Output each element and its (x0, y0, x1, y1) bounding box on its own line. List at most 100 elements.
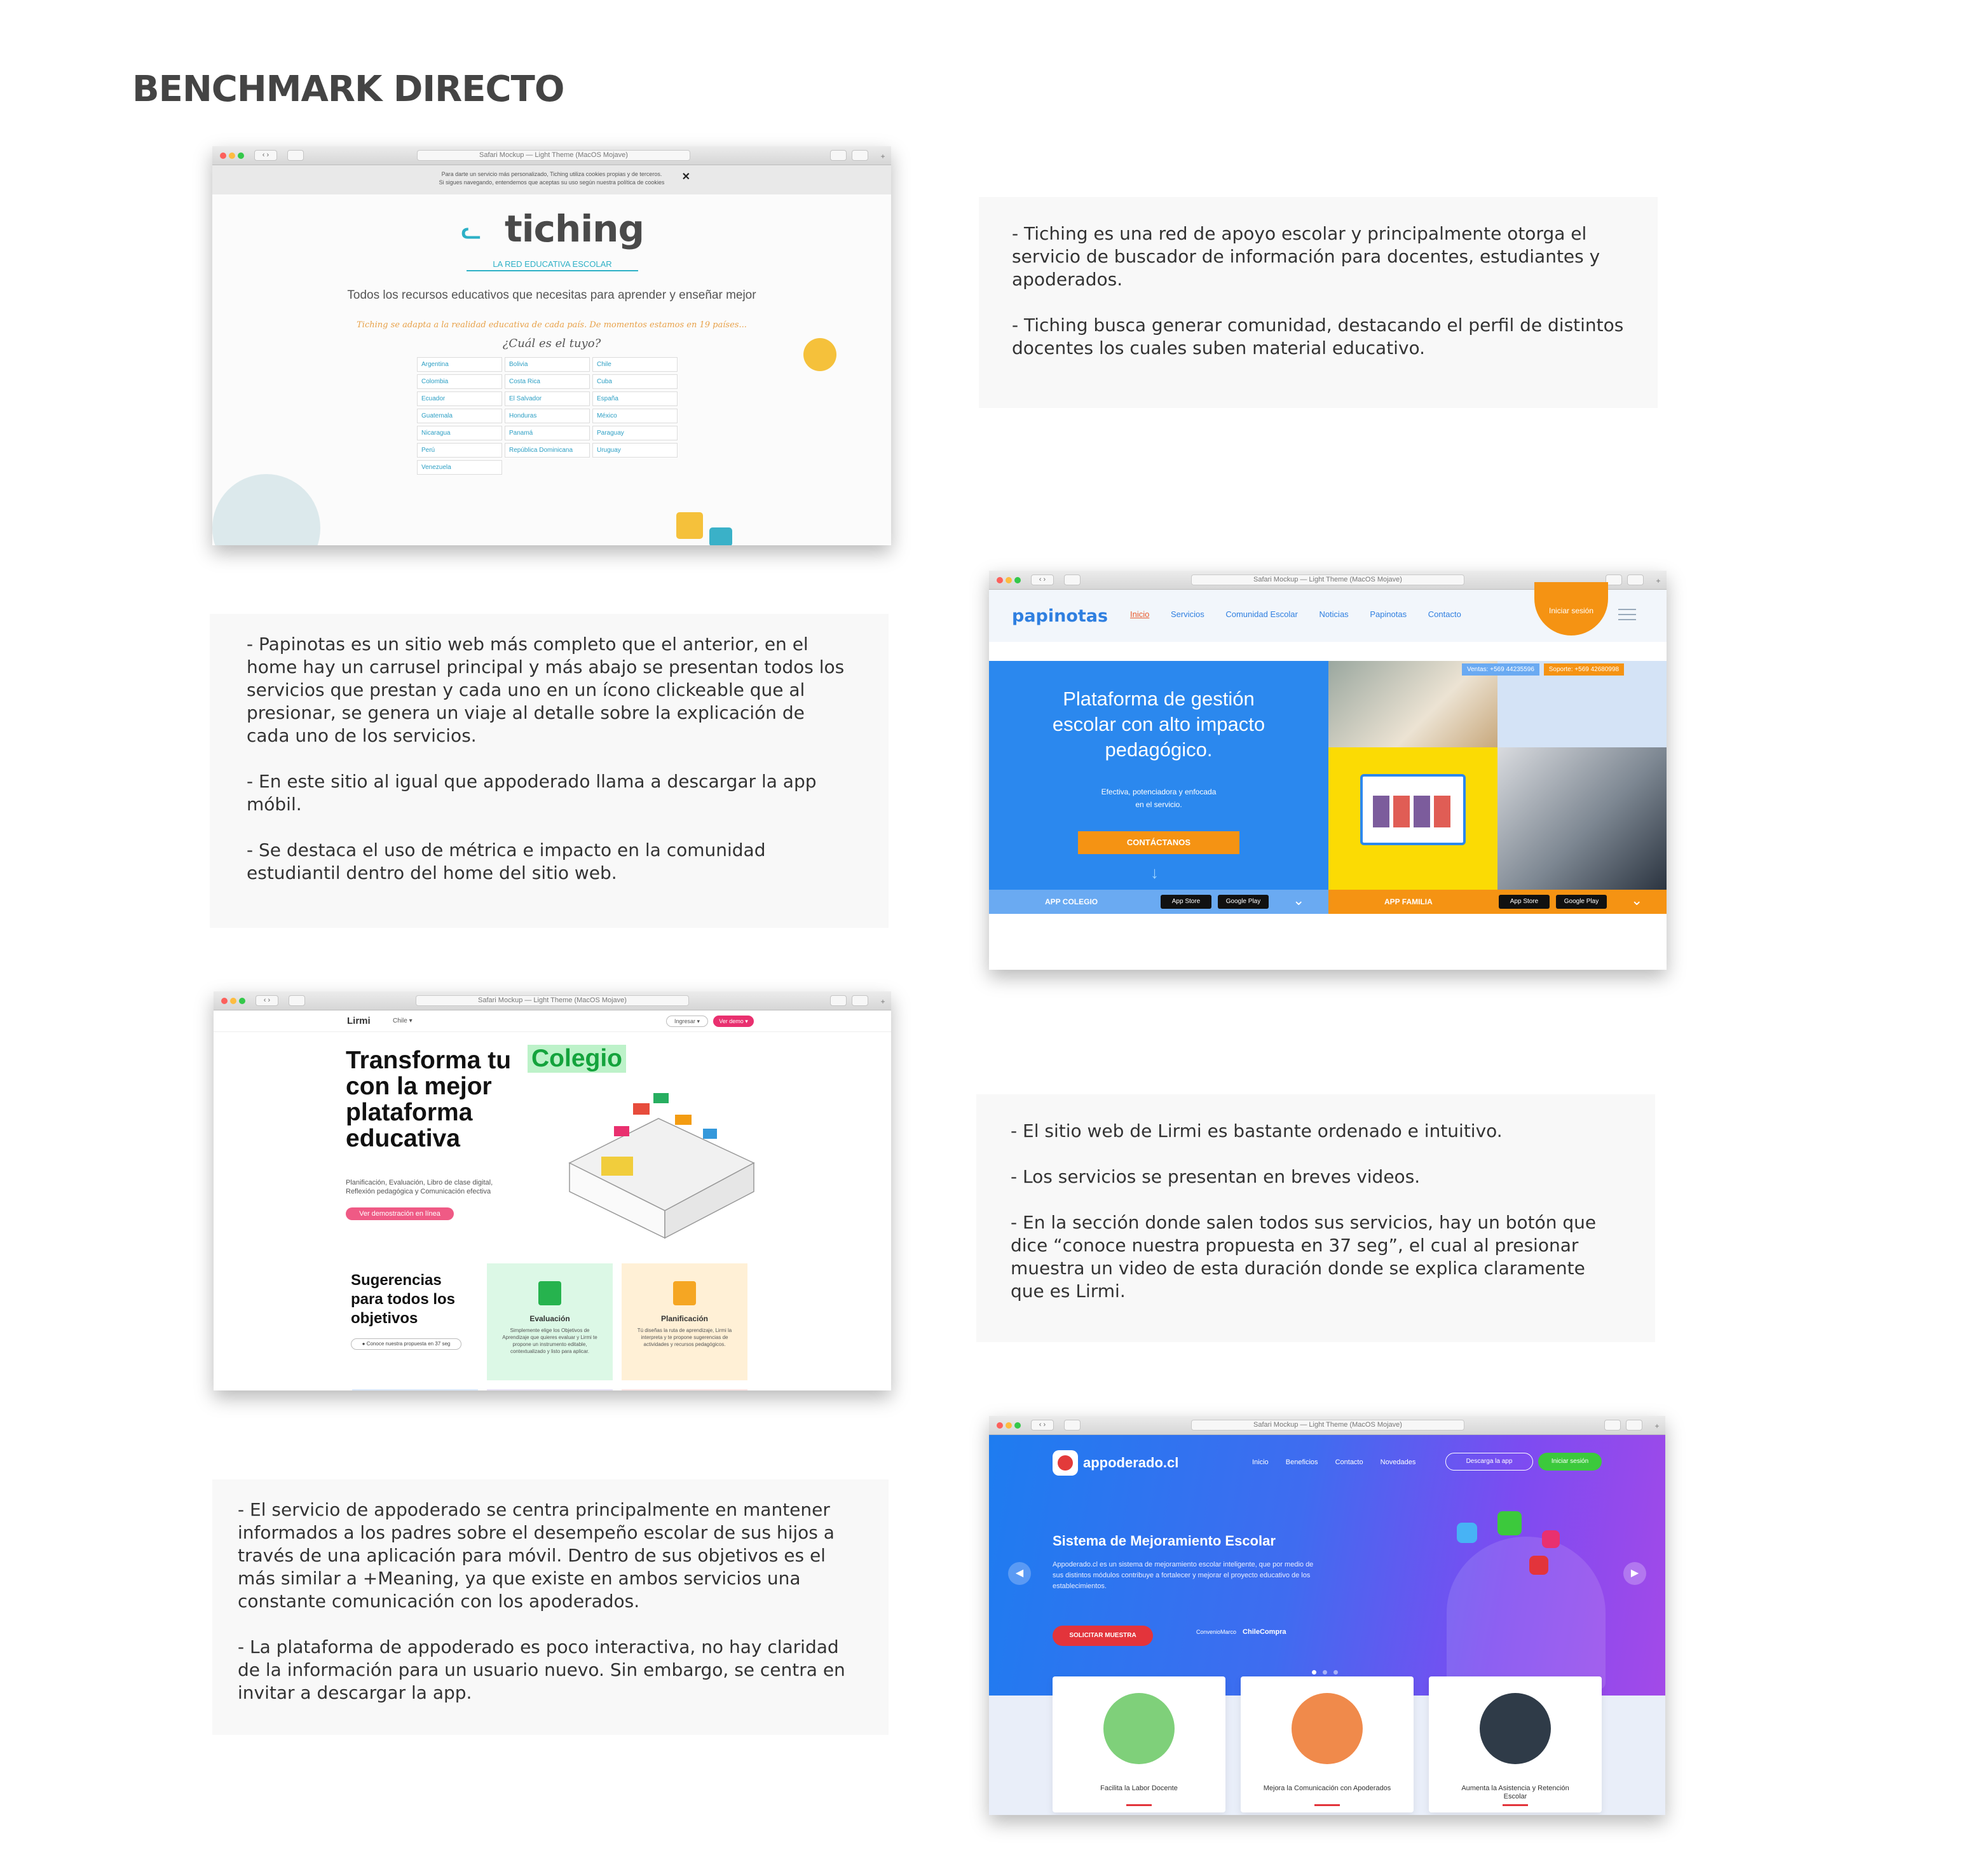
sales-phone[interactable]: Ventas: +569 44235596 (1462, 663, 1539, 676)
country-link[interactable]: Chile (592, 357, 678, 372)
nav-contacto[interactable]: Contacto (1335, 1458, 1363, 1466)
maximize-dot-icon[interactable] (1014, 1422, 1021, 1429)
lirmi-logo[interactable]: Lirmi (347, 1016, 371, 1026)
country-link[interactable]: Panamá (505, 426, 590, 440)
new-tab-icon[interactable]: + (1653, 1422, 1661, 1431)
url-bar[interactable]: Safari Mockup — Light Theme (MacOS Mojav… (416, 995, 689, 1006)
nav-noticias[interactable]: Noticias (1319, 609, 1348, 619)
contact-button[interactable]: CONTÁCTANOS (1078, 831, 1239, 854)
share-icon[interactable] (1604, 1420, 1621, 1431)
country-link[interactable]: El Salvador (505, 391, 590, 406)
minimize-dot-icon[interactable] (229, 153, 235, 159)
country-link[interactable]: Perú (417, 443, 502, 458)
back-forward-buttons[interactable]: ‹ › (254, 150, 277, 161)
share-icon[interactable] (830, 995, 847, 1006)
benefit-card-3[interactable]: Aumenta la Asistencia y Retención Escola… (1429, 1676, 1602, 1812)
new-tab-icon[interactable]: + (878, 153, 887, 161)
close-dot-icon[interactable] (997, 1422, 1003, 1429)
nav-papinotas[interactable]: Papinotas (1370, 609, 1407, 619)
appoderado-logo[interactable]: appoderado.cl (1053, 1450, 1178, 1476)
close-dot-icon[interactable] (221, 998, 228, 1004)
country-link[interactable]: Colombia (417, 374, 502, 389)
download-app-button[interactable]: Descarga la app (1445, 1453, 1533, 1471)
benefit-card-2[interactable]: Mejora la Comunicación con Apoderados (1241, 1676, 1414, 1812)
nav-beneficios[interactable]: Beneficios (1286, 1458, 1318, 1466)
country-link[interactable]: Paraguay (592, 426, 678, 440)
evaluacion-card[interactable]: Evaluación Simplemente elige los Objetiv… (487, 1263, 613, 1380)
maximize-dot-icon[interactable] (1014, 577, 1021, 583)
minimize-dot-icon[interactable] (1006, 1422, 1012, 1429)
country-link[interactable]: República Dominicana (505, 443, 590, 458)
country-link[interactable]: Bolivia (505, 357, 590, 372)
ingresar-button[interactable]: Ingresar ▾ (666, 1016, 708, 1027)
tiching-logo[interactable]: tiching (505, 207, 644, 250)
chevron-down-icon[interactable]: ⌄ (1631, 892, 1642, 909)
nav-inicio[interactable]: Inicio (1130, 609, 1149, 619)
hamburger-menu-icon[interactable] (1618, 609, 1636, 620)
back-forward-buttons[interactable]: ‹ › (1031, 574, 1054, 585)
googleplay-badge[interactable]: Google Play (1556, 895, 1607, 909)
url-bar[interactable]: Safari Mockup — Light Theme (MacOS Mojav… (1191, 574, 1464, 585)
country-link[interactable]: Nicaragua (417, 426, 502, 440)
cookie-close-icon[interactable]: ✕ (682, 172, 690, 182)
minimize-dot-icon[interactable] (230, 998, 236, 1004)
login-button[interactable]: Iniciar sesión (1538, 1453, 1602, 1471)
country-link[interactable]: Honduras (505, 409, 590, 423)
tabs-icon[interactable] (1626, 1420, 1642, 1431)
new-tab-icon[interactable]: + (878, 998, 887, 1007)
maximize-dot-icon[interactable] (238, 153, 244, 159)
country-link[interactable]: Guatemala (417, 409, 502, 423)
carousel-next-icon[interactable]: ▶ (1623, 1562, 1646, 1585)
attendance-circle-icon (1480, 1693, 1551, 1764)
arrow-down-icon[interactable]: ↓ (1150, 863, 1167, 882)
video-37s-button[interactable]: ● Conoce nuestra propuesta en 37 seg (351, 1338, 461, 1350)
ver-demo-button[interactable]: Ver demo ▾ (713, 1016, 754, 1027)
appoderado-headline: Sistema de Mejoramiento Escolar (1053, 1533, 1276, 1549)
chevron-down-icon[interactable]: ⌄ (1293, 892, 1304, 909)
appstore-badge[interactable]: App Store (1161, 895, 1211, 909)
country-selector[interactable]: Chile ▾ (393, 1017, 413, 1024)
close-dot-icon[interactable] (997, 577, 1003, 583)
url-bar[interactable]: Safari Mockup — Light Theme (MacOS Mojav… (417, 150, 690, 161)
new-tab-icon[interactable]: + (1654, 577, 1663, 586)
nav-servicios[interactable]: Servicios (1171, 609, 1204, 619)
nav-contacto[interactable]: Contacto (1428, 609, 1461, 619)
login-button[interactable]: Iniciar sesión (1534, 582, 1608, 636)
close-dot-icon[interactable] (220, 153, 226, 159)
carousel-prev-icon[interactable]: ◀ (1008, 1562, 1031, 1585)
country-link[interactable]: Uruguay (592, 443, 678, 458)
back-forward-buttons[interactable]: ‹ › (1031, 1420, 1054, 1431)
country-link[interactable]: Ecuador (417, 391, 502, 406)
sidebar-toggle-icon[interactable] (1064, 1420, 1081, 1431)
nav-inicio[interactable]: Inicio (1252, 1458, 1269, 1466)
country-link[interactable]: México (592, 409, 678, 423)
back-forward-buttons[interactable]: ‹ › (256, 995, 278, 1006)
url-bar[interactable]: Safari Mockup — Light Theme (MacOS Mojav… (1191, 1420, 1464, 1431)
country-link[interactable]: Costa Rica (505, 374, 590, 389)
nav-novedades[interactable]: Novedades (1381, 1458, 1416, 1466)
papinotas-logo[interactable]: papinotas (1012, 606, 1108, 626)
sidebar-toggle-icon[interactable] (1064, 574, 1081, 585)
sidebar-toggle-icon[interactable] (287, 150, 304, 161)
share-icon[interactable] (830, 150, 847, 161)
app-familia-label: APP FAMILIA (1384, 897, 1433, 906)
country-link[interactable]: Venezuela (417, 460, 502, 475)
country-link[interactable]: Cuba (592, 374, 678, 389)
tabs-icon[interactable] (852, 150, 868, 161)
tabs-icon[interactable] (852, 995, 868, 1006)
request-sample-button[interactable]: SOLICITAR MUESTRA (1053, 1626, 1153, 1646)
maximize-dot-icon[interactable] (239, 998, 245, 1004)
googleplay-badge[interactable]: Google Play (1218, 895, 1269, 909)
lirmi-point-2: - Los servicios se presentan en breves v… (1011, 1166, 1421, 1187)
benefit-card-1[interactable]: Facilita la Labor Docente (1053, 1676, 1225, 1812)
nav-comunidad[interactable]: Comunidad Escolar (1225, 609, 1297, 619)
sidebar-toggle-icon[interactable] (289, 995, 305, 1006)
minimize-dot-icon[interactable] (1006, 577, 1012, 583)
appstore-badge[interactable]: App Store (1499, 895, 1550, 909)
support-phone[interactable]: Soporte: +569 42680998 (1543, 663, 1625, 676)
demo-online-button[interactable]: Ver demostración en línea (346, 1207, 454, 1220)
country-link[interactable]: España (592, 391, 678, 406)
country-link[interactable]: Argentina (417, 357, 502, 372)
tabs-icon[interactable] (1627, 574, 1644, 585)
planificacion-card[interactable]: Planificación Tú diseñas la ruta de apre… (622, 1263, 747, 1380)
